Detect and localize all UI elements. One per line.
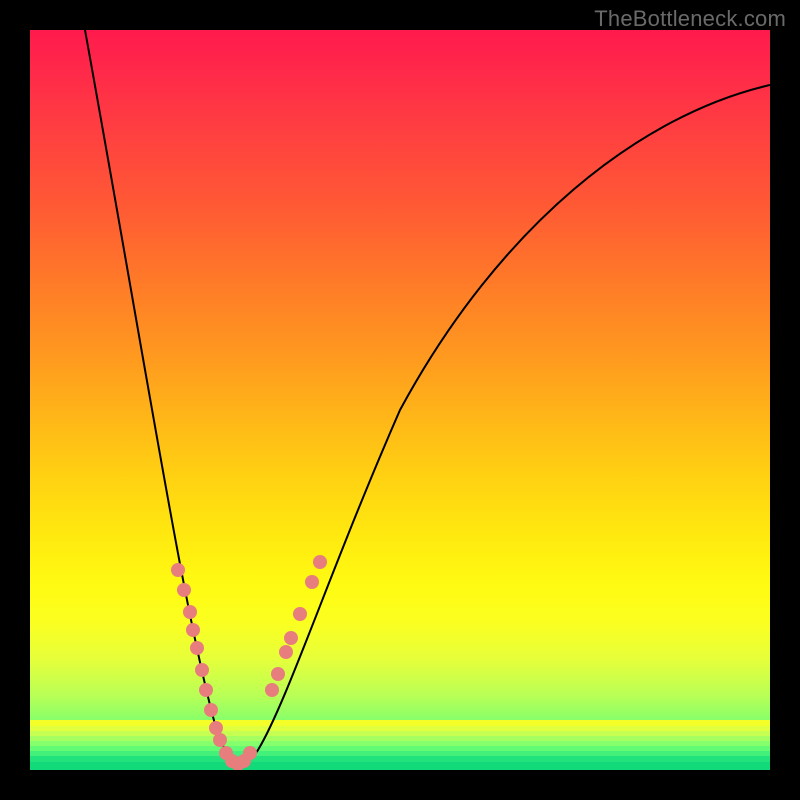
plot-area [30, 30, 770, 770]
data-dot [209, 721, 223, 735]
watermark-text: TheBottleneck.com [594, 6, 786, 32]
data-dot [171, 563, 185, 577]
data-dot [190, 641, 204, 655]
data-dot [293, 607, 307, 621]
data-dot [204, 703, 218, 717]
chart-overlay [30, 30, 770, 770]
data-dot [313, 555, 327, 569]
data-dot [265, 683, 279, 697]
data-dot [305, 575, 319, 589]
data-dot [243, 746, 257, 760]
bottleneck-curve [85, 30, 770, 761]
chart-frame: TheBottleneck.com [0, 0, 800, 800]
data-dot [271, 667, 285, 681]
data-dot [186, 623, 200, 637]
data-dot [195, 663, 209, 677]
data-dot [213, 733, 227, 747]
data-dot [279, 645, 293, 659]
data-dot [199, 683, 213, 697]
data-dot [177, 583, 191, 597]
data-dot [284, 631, 298, 645]
data-dots [171, 555, 327, 770]
data-dot [183, 605, 197, 619]
